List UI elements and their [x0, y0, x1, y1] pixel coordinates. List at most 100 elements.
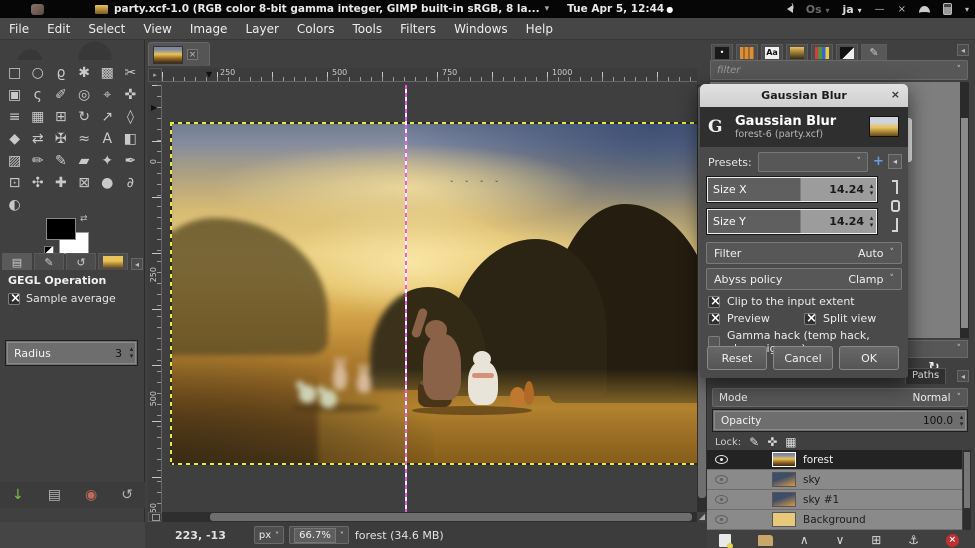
tool-select-by-color[interactable]: ▩ [96, 62, 119, 84]
tool-bucket-fill[interactable]: ◧ [119, 128, 142, 150]
layer-name[interactable]: Background [803, 514, 866, 526]
menu-file[interactable]: File [0, 19, 38, 39]
chain-link-icon[interactable] [884, 180, 900, 232]
presets-select[interactable]: ˅ [758, 152, 868, 172]
font-list-scrollbar-thumb[interactable] [961, 118, 968, 328]
keyboard-layout-indicator[interactable]: ja ▾ [843, 3, 862, 16]
menu-layer[interactable]: Layer [236, 19, 287, 39]
radius-slider[interactable]: Radius 3 ▴▾ [5, 340, 138, 366]
layer-list-scrollbar-thumb[interactable] [964, 452, 970, 508]
wifi-icon[interactable] [919, 6, 930, 13]
tool-zoom[interactable]: ◎ [72, 84, 95, 106]
visibility-eye-icon[interactable] [715, 455, 728, 464]
tool-warp-transform[interactable]: ≈ [72, 128, 95, 150]
menu-colors[interactable]: Colors [288, 19, 344, 39]
tool-ink[interactable]: ✒ [119, 150, 142, 172]
volume-icon[interactable] [783, 5, 793, 13]
tool-blur-sharpen[interactable]: ● [96, 172, 119, 194]
add-preset-icon[interactable]: + [873, 154, 884, 169]
layer-name[interactable]: forest [803, 454, 833, 466]
menu-select[interactable]: Select [79, 19, 134, 39]
tab-fonts[interactable]: Aa [761, 44, 783, 60]
lock-pixels-icon[interactable]: ✎ [749, 435, 759, 449]
tool-foreground-select[interactable]: ▣ [3, 84, 26, 106]
dialog-titlebar[interactable]: Gaussian Blur × [700, 84, 908, 107]
radius-spinner[interactable]: ▴▾ [126, 341, 137, 365]
delete-layer-button[interactable]: × [946, 534, 959, 547]
clock[interactable]: Tue Apr 5, 12:44 [567, 3, 664, 15]
new-layer-group-button[interactable] [758, 535, 773, 546]
save-image-icon[interactable]: ↓ [12, 487, 24, 503]
size-y-slider[interactable]: Size Y 14.24 ▴▾ [706, 208, 878, 235]
dialog-close-icon[interactable]: × [891, 88, 900, 101]
tab-tool-options[interactable]: ▤ [2, 253, 32, 270]
lock-position-icon[interactable]: ✜ [767, 435, 777, 449]
tab-patterns[interactable] [736, 44, 758, 60]
tool-dodge-burn[interactable]: ◐ [3, 194, 26, 216]
tool-gradient[interactable]: ▨ [3, 150, 26, 172]
vertical-ruler[interactable]: 0 250 500 750 ▶ [148, 85, 162, 512]
menu-windows[interactable]: Windows [445, 19, 517, 39]
ok-button[interactable]: OK [839, 346, 899, 370]
tool-paths[interactable]: ς [26, 84, 49, 106]
menu-tools[interactable]: Tools [344, 19, 392, 39]
navigation-icon[interactable]: ◢ [697, 512, 707, 522]
tab-tool-presets[interactable]: ✎ [861, 44, 887, 60]
close-icon[interactable]: × [898, 4, 906, 15]
tab-device-status[interactable]: ✎ [34, 253, 64, 270]
sample-average-checkbox[interactable] [8, 293, 20, 305]
cancel-button[interactable]: Cancel [773, 346, 833, 370]
os-indicator[interactable]: Os ▾ [806, 3, 830, 16]
tool-rotate[interactable]: ↻ [72, 106, 95, 128]
layer-row-forest[interactable]: forest [707, 450, 962, 470]
tool-rectangle-select[interactable]: □ [3, 62, 26, 84]
font-list-scrollbar[interactable] [960, 82, 969, 338]
unit-select[interactable]: px˅ [254, 526, 284, 544]
tool-move[interactable]: ✜ [119, 84, 142, 106]
layer-name[interactable]: sky #1 [803, 494, 839, 506]
lower-layer-button[interactable]: ∨ [836, 533, 845, 547]
tool-crop[interactable]: ▦ [26, 106, 49, 128]
tool-unified-transform[interactable]: ⊞ [49, 106, 72, 128]
tool-handle-transform[interactable]: ✠ [49, 128, 72, 150]
image-tab[interactable]: × [148, 42, 210, 66]
anchor-layer-button[interactable]: ⚓ [908, 533, 919, 547]
tab-palettes[interactable] [811, 44, 833, 60]
tool-color-picker[interactable]: ✐ [49, 84, 72, 106]
tray-chevron-icon[interactable]: ▾ [965, 5, 969, 14]
tool-align[interactable]: ≡ [3, 106, 26, 128]
layer-mode-select[interactable]: Mode Normal ˅ [712, 388, 968, 407]
zoom-select[interactable]: 66.7%˅ [289, 526, 349, 544]
layer-name[interactable]: sky [803, 474, 820, 486]
menu-image[interactable]: Image [181, 19, 237, 39]
dock-menu-icon[interactable]: ◂ [957, 44, 969, 56]
tool-airbrush[interactable]: ✦ [96, 150, 119, 172]
tool-scissors-select[interactable]: ✂ [119, 62, 142, 84]
layer-row-sky1[interactable]: sky #1 [707, 490, 962, 510]
size-x-spinner[interactable]: ▴▾ [866, 177, 877, 202]
tool-pencil[interactable]: ✏ [26, 150, 49, 172]
dock-menu-icon[interactable]: ◂ [131, 258, 143, 270]
minimize-icon[interactable]: — [875, 4, 885, 15]
new-layer-button[interactable] [719, 534, 731, 547]
lock-alpha-icon[interactable]: ▦ [785, 435, 796, 449]
foreground-color-swatch[interactable] [46, 218, 76, 240]
tool-paintbrush[interactable]: ✎ [49, 150, 72, 172]
tool-flip[interactable]: ⇄ [26, 128, 49, 150]
size-y-spinner[interactable]: ▴▾ [866, 209, 877, 234]
size-x-slider[interactable]: Size X 14.24 ▴▾ [706, 176, 878, 203]
undo-history-icon[interactable]: ↺ [121, 487, 133, 503]
quick-mask-toggle[interactable] [148, 512, 162, 522]
tool-heal[interactable]: ✚ [49, 172, 72, 194]
horizontal-scrollbar-thumb[interactable] [210, 513, 692, 521]
export-image-icon[interactable]: ▤ [48, 487, 61, 503]
tool-ellipse-select[interactable]: ○ [26, 62, 49, 84]
ruler-corner-menu-icon[interactable]: ▸ [148, 68, 162, 82]
battery-icon[interactable] [943, 3, 952, 15]
activities-icon[interactable] [31, 4, 44, 15]
tab-document-history[interactable] [836, 44, 858, 60]
tool-smudge[interactable]: ∂ [119, 172, 142, 194]
raise-layer-button[interactable]: ∧ [800, 533, 809, 547]
tab-undo-history[interactable]: ↺ [66, 253, 96, 270]
tab-paths[interactable]: Paths [905, 368, 946, 384]
